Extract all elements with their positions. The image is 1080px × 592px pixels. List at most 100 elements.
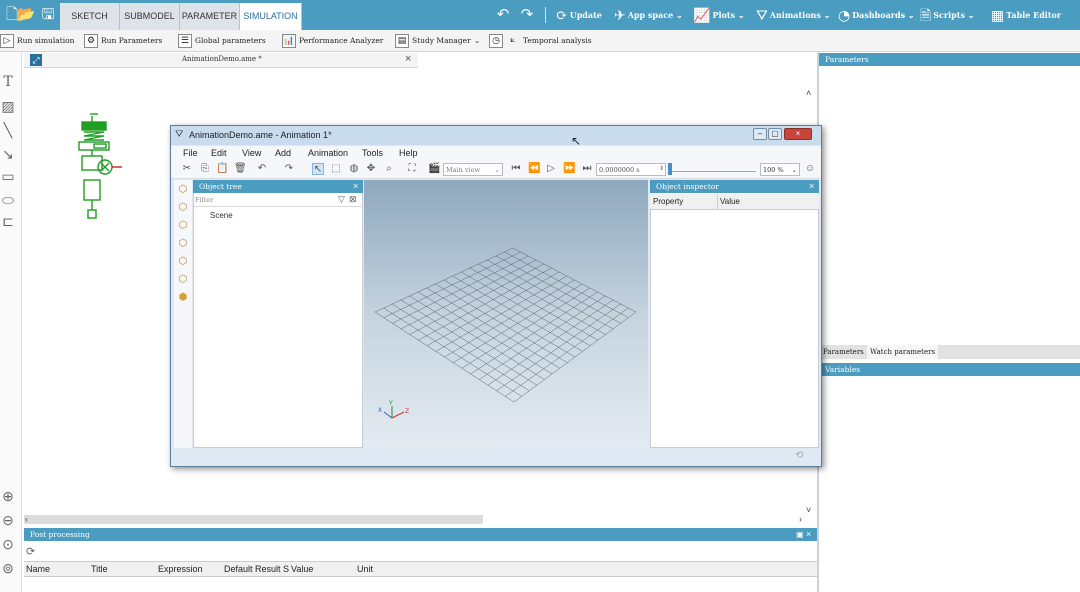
open-folder-icon[interactable]: 📂	[16, 5, 36, 25]
run-simulation-button[interactable]: ▷ Run simulation	[0, 30, 75, 52]
menu-add[interactable]: Add	[275, 146, 291, 160]
box-object-icon[interactable]: ⬡	[177, 238, 189, 250]
zoom-view-icon[interactable]: ⌕	[383, 163, 395, 175]
redo-icon[interactable]: ↷	[517, 5, 537, 25]
refresh-icon[interactable]: ⟳	[26, 545, 35, 558]
animations-button[interactable]: ⛛ Animations ⌄	[756, 6, 830, 24]
global-parameters-button[interactable]: ☰ Global parameters	[178, 30, 266, 52]
undo-icon[interactable]: ↶	[493, 5, 513, 25]
study-manager-button[interactable]: ▤ Study Manager	[395, 30, 471, 52]
close-document-icon[interactable]: ×	[405, 53, 411, 65]
zoom-fit-icon[interactable]: ⊙	[0, 536, 16, 553]
previous-frame-icon[interactable]: ⏪	[528, 163, 540, 175]
zoom-in-icon[interactable]: ⊕	[0, 488, 16, 505]
first-frame-icon[interactable]: ⏮	[510, 163, 522, 175]
plots-button[interactable]: 📈 Plots ⌄	[693, 6, 745, 24]
tab-watch-parameters[interactable]: Watch parameters	[867, 345, 939, 359]
scripts-button[interactable]: 🗎 Scripts ⌄	[920, 6, 974, 24]
menu-animation[interactable]: Animation	[308, 146, 348, 160]
box-object-icon[interactable]: ⬡	[177, 202, 189, 214]
dashboards-button[interactable]: ◔ Dashboards ⌄	[838, 6, 915, 24]
performance-analyzer-button[interactable]: 📊 Performance Analyzer	[282, 30, 383, 52]
box-object-icon[interactable]: ⬡	[177, 184, 189, 196]
zoom-out-icon[interactable]: ⊖	[0, 512, 16, 529]
undo-icon[interactable]: ↶	[256, 163, 268, 175]
column-title[interactable]: Title	[91, 564, 108, 574]
select-area-icon[interactable]: ⬚	[330, 163, 342, 175]
table-editor-button[interactable]: ▦ Table Editor	[991, 6, 1061, 24]
next-frame-icon[interactable]: ⏩	[563, 163, 575, 175]
scroll-up-icon[interactable]: ˄	[806, 88, 811, 98]
text-tool-icon[interactable]: T	[0, 74, 16, 90]
tab-sketch[interactable]: SKETCH	[60, 3, 120, 30]
column-property[interactable]: Property	[653, 197, 683, 206]
menu-view[interactable]: View	[242, 146, 261, 160]
sketch-component[interactable]	[74, 112, 126, 220]
time-slider[interactable]	[668, 166, 756, 172]
maximize-icon[interactable]: ▢	[768, 128, 782, 140]
arrow-tool-icon[interactable]: ↘	[0, 146, 16, 163]
zoom-select[interactable]: 100 % ⌄	[760, 163, 800, 176]
column-value[interactable]: Value	[291, 564, 313, 574]
tab-parameter[interactable]: PARAMETER	[180, 3, 240, 30]
copy-icon[interactable]: ⎘	[199, 163, 211, 175]
animation-window-titlebar[interactable]: AnimationDemo.ame - Animation 1*	[171, 126, 821, 145]
scroll-left-icon[interactable]: ‹	[25, 514, 28, 524]
smiley-feedback-icon[interactable]: ☺	[804, 163, 816, 175]
column-expression[interactable]: Expression	[158, 564, 203, 574]
image-tool-icon[interactable]: ▨	[0, 98, 16, 115]
fit-view-icon[interactable]: ⛶	[406, 163, 418, 175]
clear-filter-icon[interactable]: ⊠	[349, 194, 357, 205]
horizontal-scrollbar[interactable]	[24, 515, 483, 524]
paste-icon[interactable]: 📋	[216, 163, 228, 175]
delete-icon[interactable]: 🗑	[234, 163, 247, 175]
filter-icon[interactable]: ▽	[338, 194, 345, 205]
box-object-icon[interactable]: ⬡	[177, 274, 189, 286]
menu-help[interactable]: Help	[399, 146, 418, 160]
menu-file[interactable]: File	[183, 146, 198, 160]
cut-icon[interactable]: ✂	[181, 163, 193, 175]
view-select[interactable]: Main view ⌄	[443, 163, 503, 176]
tab-simulation[interactable]: SIMULATION	[240, 3, 302, 30]
menu-tools[interactable]: Tools	[362, 146, 383, 160]
update-button[interactable]: ⟳ Update	[556, 6, 602, 24]
zoom-reset-icon[interactable]: ⊚	[0, 560, 16, 577]
box-object-icon[interactable]: ⬡	[177, 256, 189, 268]
tab-submodel[interactable]: SUBMODEL	[120, 3, 180, 30]
column-value[interactable]: Value	[720, 197, 740, 206]
column-name[interactable]: Name	[26, 564, 50, 574]
resize-grip-icon[interactable]: ⟲	[795, 450, 803, 461]
select-pointer-icon[interactable]: ↖	[312, 163, 324, 175]
rotate-view-icon[interactable]: ◍	[348, 163, 360, 175]
temporal-analysis-dropdown[interactable]: ⌄	[474, 30, 480, 52]
camera-icon[interactable]: 🎬	[428, 163, 440, 175]
time-input[interactable]: 0.0000000 s ⇕	[596, 163, 666, 176]
run-parameters-button[interactable]: ⚙ Run Parameters	[84, 30, 162, 52]
last-frame-icon[interactable]: ⏭	[581, 163, 593, 175]
solid-object-icon[interactable]: ⬢	[177, 292, 189, 304]
box-object-icon[interactable]: ⬡	[177, 220, 189, 232]
close-window-icon[interactable]: ×	[784, 128, 812, 140]
scroll-down-icon[interactable]: ˅	[806, 505, 811, 515]
align-tool-icon[interactable]: ⊏	[0, 213, 16, 230]
app-space-button[interactable]: ✈ App space ⌄	[614, 6, 683, 24]
line-tool-icon[interactable]: ╲	[0, 122, 16, 139]
tree-item-scene[interactable]: Scene	[210, 211, 233, 220]
restore-panel-icon[interactable]: ▣	[796, 528, 804, 541]
column-default-result[interactable]: Default Result S	[224, 564, 289, 574]
ellipse-tool-icon[interactable]: ⬭	[0, 192, 16, 209]
menu-edit[interactable]: Edit	[211, 146, 227, 160]
column-unit[interactable]: Unit	[357, 564, 373, 574]
minimize-icon[interactable]: –	[753, 128, 767, 140]
temporal-analysis-button[interactable]: ◷ ⟀ Temporal analysis	[489, 30, 592, 52]
close-panel-icon[interactable]: ×	[806, 528, 811, 541]
save-icon[interactable]: 🖫	[38, 5, 58, 25]
tab-parameters[interactable]: Parameters	[823, 345, 864, 359]
pan-view-icon[interactable]: ✥	[365, 163, 377, 175]
play-animation-icon[interactable]: ▷	[545, 163, 557, 175]
close-panel-icon[interactable]: ×	[809, 180, 814, 193]
redo-icon[interactable]: ↷	[283, 163, 295, 175]
rectangle-tool-icon[interactable]: ▭	[0, 168, 16, 185]
close-panel-icon[interactable]: ×	[353, 180, 358, 193]
time-slider-handle[interactable]	[668, 163, 672, 175]
